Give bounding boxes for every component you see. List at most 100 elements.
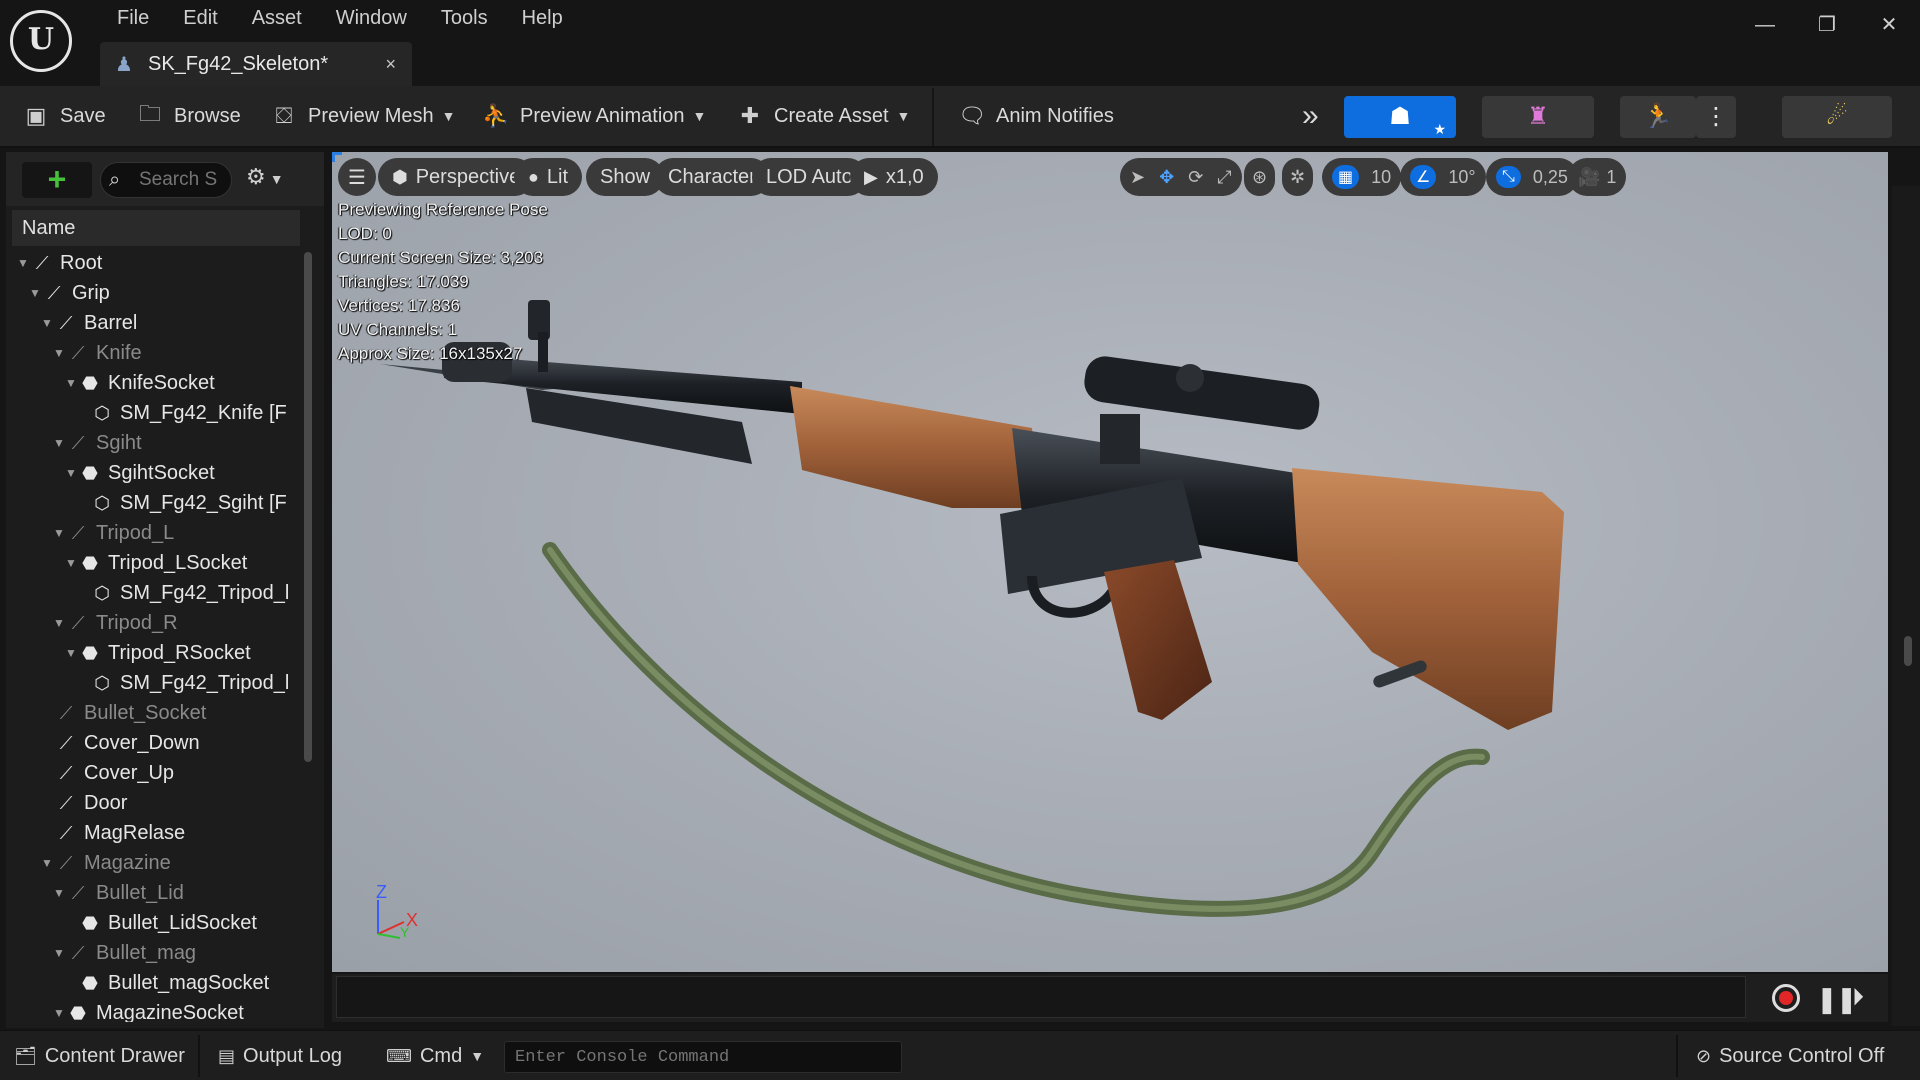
lit-mode-dropdown[interactable]: ● Lit [514,158,582,196]
tree-row[interactable]: ▼ ⟋ Tripod_R [12,608,300,638]
menu-window[interactable]: Window [319,4,424,32]
menu-file[interactable]: File [100,4,166,32]
tree-row[interactable]: ⬣ Bullet_magSocket [12,968,300,998]
unreal-logo-icon[interactable]: U [10,10,72,72]
more-options-button[interactable]: ⋮ [1696,96,1736,138]
tab-close-button[interactable]: × [385,54,396,75]
create-asset-dropdown[interactable]: ✚ Create Asset ▼ [736,96,911,136]
source-control-button[interactable]: ⊘ Source Control Off [1696,1039,1884,1073]
close-window-button[interactable]: ✕ [1858,0,1920,50]
tree-row[interactable]: ▼ ⬣ KnifeSocket [12,368,300,398]
tree-row[interactable]: ⟋ Cover_Up [12,758,300,788]
tree-row[interactable]: ▼ ⟋ Sgiht [12,428,300,458]
anim-notifies-button[interactable]: 🗨 Anim Notifies [958,96,1114,136]
surface-snap-button[interactable]: ✲ [1282,158,1314,196]
viewport-options-button[interactable]: ☰ [338,158,376,196]
preview-viewport[interactable]: ☰ ⬢ Perspective ● Lit Show Character LOD A… [332,152,1888,972]
expand-arrow-icon[interactable]: ▼ [52,946,66,960]
expand-arrow-icon[interactable]: ▼ [52,1006,66,1020]
tree-row[interactable]: ⬡ SM_Fg42_Knife [F [12,398,300,428]
tree-row[interactable]: ⟋ Bullet_Socket [12,698,300,728]
tree-row[interactable]: ▼ ⬣ SgihtSocket [12,458,300,488]
expand-arrow-icon[interactable]: ▼ [52,526,66,540]
menu-edit[interactable]: Edit [166,4,234,32]
animation-mode-button[interactable]: 🏃 [1620,96,1696,138]
name-column-header[interactable]: Name [12,210,300,246]
scale-snap-button[interactable]: ⤡ 0,25 [1486,158,1578,196]
document-tab[interactable]: ♟ SK_Fg42_Skeleton* × [100,42,412,86]
output-log-button[interactable]: ▤ Output Log [218,1039,342,1073]
tree-row[interactable]: ⬡ SM_Fg42_Tripod_l [12,668,300,698]
grid-snap-button[interactable]: ▦ 10 [1322,158,1402,196]
expand-arrow-icon[interactable]: ▼ [52,616,66,630]
select-arrow-icon[interactable]: ➤ [1130,167,1145,188]
tree-row[interactable]: ▼ ⟋ Grip [12,278,300,308]
tree-row[interactable]: ▼ ⟋ Magazine [12,848,300,878]
skeleton-search-box[interactable]: ⌕ [100,162,232,198]
tree-row[interactable]: ▼ ⬣ MagazineSocket [12,998,300,1023]
timeline-track[interactable] [336,976,1746,1018]
skeleton-mode-button[interactable]: ☗ ★ [1344,96,1456,138]
perspective-dropdown[interactable]: ⬢ Perspective [378,158,535,196]
browse-button[interactable]: 🗀 Browse [136,96,241,136]
expand-arrow-icon[interactable]: ▼ [28,286,42,300]
menu-tools[interactable]: Tools [424,4,505,32]
cmd-dropdown[interactable]: ⌨ Cmd ▼ [386,1039,492,1073]
content-drawer-button[interactable]: 🗂 Content Drawer [14,1039,185,1073]
translate-icon[interactable]: ✥ [1159,167,1174,188]
expand-arrow-icon[interactable]: ▼ [40,856,54,870]
toolbar-overflow-button[interactable]: » [1302,96,1319,136]
tree-row[interactable]: ▼ ⟋ Tripod_L [12,518,300,548]
physics-mode-button[interactable]: ☄ [1782,96,1892,138]
tree-row[interactable]: ⬣ Bullet_LidSocket [12,908,300,938]
skeleton-tree-panel: + ⌕ ⚙▼ Name ▼⟋Root▼⟋Grip▼⟋Barrel▼⟋Knife▼… [6,152,324,1028]
tree-row[interactable]: ▼ ⟋ Root [12,248,300,278]
console-command-box[interactable] [504,1041,902,1073]
expand-arrow-icon[interactable]: ▼ [52,436,66,450]
right-scrollbar[interactable] [1904,636,1912,666]
record-button[interactable] [1772,984,1800,1012]
expand-arrow-icon[interactable]: ▼ [52,346,66,360]
playback-speed-dropdown[interactable]: ▶ x1,0 [850,158,938,196]
expand-arrow-icon[interactable]: ▼ [40,316,54,330]
tree-row[interactable]: ▼ ⟋ Bullet_Lid [12,878,300,908]
tree-row[interactable]: ⟋ Door [12,788,300,818]
pause-button[interactable]: ❚❚ [1816,984,1858,1015]
expand-arrow-icon[interactable]: ▼ [52,886,66,900]
tree-row[interactable]: ⟋ MagRelase [12,818,300,848]
mesh-mode-button[interactable]: ♜ [1482,96,1594,138]
tree-row[interactable]: ⬡ SM_Fg42_Sgiht [F [12,488,300,518]
preview-animation-dropdown[interactable]: ⛹ Preview Animation ▼ [482,96,706,136]
rotation-snap-button[interactable]: ∠ 10° [1400,158,1486,196]
tree-row[interactable]: ▼ ⬣ Tripod_RSocket [12,638,300,668]
tree-row[interactable]: ▼ ⟋ Knife [12,338,300,368]
expand-arrow-icon[interactable]: ▼ [64,556,78,570]
expand-arrow-icon[interactable]: ▼ [16,256,30,270]
restore-button[interactable]: ❐ [1796,0,1858,50]
add-button[interactable]: + [22,162,92,198]
scale-icon[interactable]: ⤢ [1217,167,1231,188]
rotate-icon[interactable]: ⟳ [1188,167,1203,188]
tree-scrollbar[interactable] [304,252,312,762]
camera-speed-button[interactable]: 🎥 1 [1568,158,1627,196]
expand-arrow-icon[interactable]: ▼ [64,646,78,660]
tree-row[interactable]: ⟋ Cover_Down [12,728,300,758]
preview-mesh-dropdown[interactable]: ⛋ Preview Mesh ▼ [270,96,456,136]
step-forward-button[interactable]: ⏵ [1852,984,1864,1012]
expand-arrow-icon[interactable]: ▼ [64,466,78,480]
tree-row[interactable]: ▼ ⟋ Barrel [12,308,300,338]
console-command-input[interactable] [505,1042,901,1072]
tree-row[interactable]: ⬡ SM_Fg42_Tripod_l [12,578,300,608]
expand-arrow-icon[interactable]: ▼ [64,376,78,390]
static-mesh-icon: ⬡ [94,672,110,693]
show-dropdown[interactable]: Show [586,158,665,196]
tree-row[interactable]: ▼ ⟋ Bullet_mag [12,938,300,968]
save-button[interactable]: ▣ Save [22,96,106,136]
menu-help[interactable]: Help [505,4,580,32]
coordinate-space-button[interactable]: ⊛ [1244,158,1276,196]
minimize-button[interactable]: — [1734,0,1796,50]
tree-row[interactable]: ▼ ⬣ Tripod_LSocket [12,548,300,578]
tree-settings-button[interactable]: ⚙ ▼ [246,164,284,190]
menu-asset[interactable]: Asset [235,4,319,32]
skeleton-search-input[interactable] [139,169,231,191]
